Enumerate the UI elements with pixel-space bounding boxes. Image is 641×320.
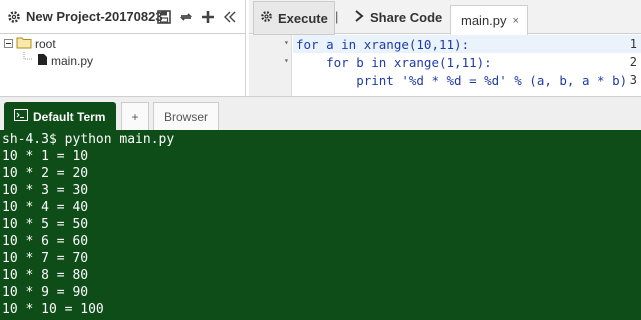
terminal-line: 10 * 6 = 60 (2, 234, 89, 249)
chevron-right-icon (353, 9, 365, 25)
terminal-line: 10 * 9 = 90 (2, 285, 89, 300)
add-icon[interactable] (200, 9, 216, 25)
file-tab-label: main.py (461, 13, 507, 28)
tab-default-term[interactable]: Default Term (4, 102, 116, 131)
share-code-button[interactable]: Share Code (353, 0, 442, 34)
project-header: New Project-20170823 (0, 0, 246, 34)
tree-root-label: root (35, 37, 56, 51)
terminal-line: 10 * 10 = 100 (2, 302, 104, 317)
terminal-line: 10 * 8 = 80 (2, 268, 89, 283)
editor-toolbar: Execute | Share Code main.py × (249, 0, 641, 35)
terminal-line: 10 * 3 = 30 (2, 183, 89, 198)
save-icon[interactable] (156, 9, 172, 25)
editor-pane: Execute | Share Code main.py × 1 2 3 ▾ ▾… (249, 0, 641, 96)
code-line: for a in xrange(10,11): (296, 37, 470, 52)
terminal-tab-bar: Default Term + Browser (0, 96, 641, 131)
project-pane: New Project-20170823 root main.py (0, 0, 246, 96)
terminal-line: 10 * 5 = 50 (2, 217, 89, 232)
terminal-output[interactable]: sh-4.3$ python main.py 10 * 1 = 10 10 * … (0, 130, 641, 320)
code-editor[interactable]: 1 2 3 ▾ ▾ for a in xrange(10,11): for b … (249, 35, 641, 96)
tree-file-label: main.py (51, 53, 94, 68)
fold-arrow-icon[interactable]: ▾ (284, 38, 289, 47)
code-line: for b in xrange(1,11): (296, 55, 492, 70)
terminal-line: 10 * 1 = 10 (2, 149, 89, 164)
terminal-line: sh-4.3$ python main.py (2, 132, 175, 147)
sync-icon[interactable] (178, 9, 194, 25)
execute-button[interactable]: Execute (253, 1, 335, 35)
line-number: 1 (629, 37, 637, 51)
execute-label: Execute (278, 10, 328, 26)
tree-connector (22, 52, 34, 69)
terminal-icon (14, 109, 28, 124)
folder-icon (16, 36, 32, 52)
gear-icon (260, 10, 273, 26)
tab-default-term-label: Default Term (33, 109, 106, 124)
terminal-line: 10 * 4 = 40 (2, 200, 89, 215)
line-number: 2 (629, 55, 637, 69)
file-icon (37, 53, 48, 69)
file-tree: root main.py (4, 36, 244, 94)
tab-browser[interactable]: Browser (153, 102, 219, 131)
collapse-icon[interactable] (222, 9, 238, 25)
tree-file-node[interactable]: main.py (22, 52, 93, 69)
fold-arrow-icon[interactable]: ▾ (284, 56, 289, 65)
tab-main-py[interactable]: main.py × (450, 5, 528, 35)
gear-icon[interactable] (6, 9, 22, 25)
project-title: New Project-20170823 (26, 9, 163, 24)
terminal-line: 10 * 2 = 20 (2, 166, 89, 181)
tree-root-node[interactable]: root (4, 36, 56, 52)
code-line: print '%d * %d = %d' % (a, b, a * b) (296, 73, 628, 88)
share-code-label: Share Code (370, 9, 443, 25)
collapse-box-icon[interactable] (4, 37, 13, 51)
add-tab-button[interactable]: + (121, 102, 149, 131)
toolbar-separator: | (335, 9, 339, 24)
close-icon[interactable]: × (513, 15, 519, 27)
terminal-line: 10 * 7 = 70 (2, 251, 89, 266)
